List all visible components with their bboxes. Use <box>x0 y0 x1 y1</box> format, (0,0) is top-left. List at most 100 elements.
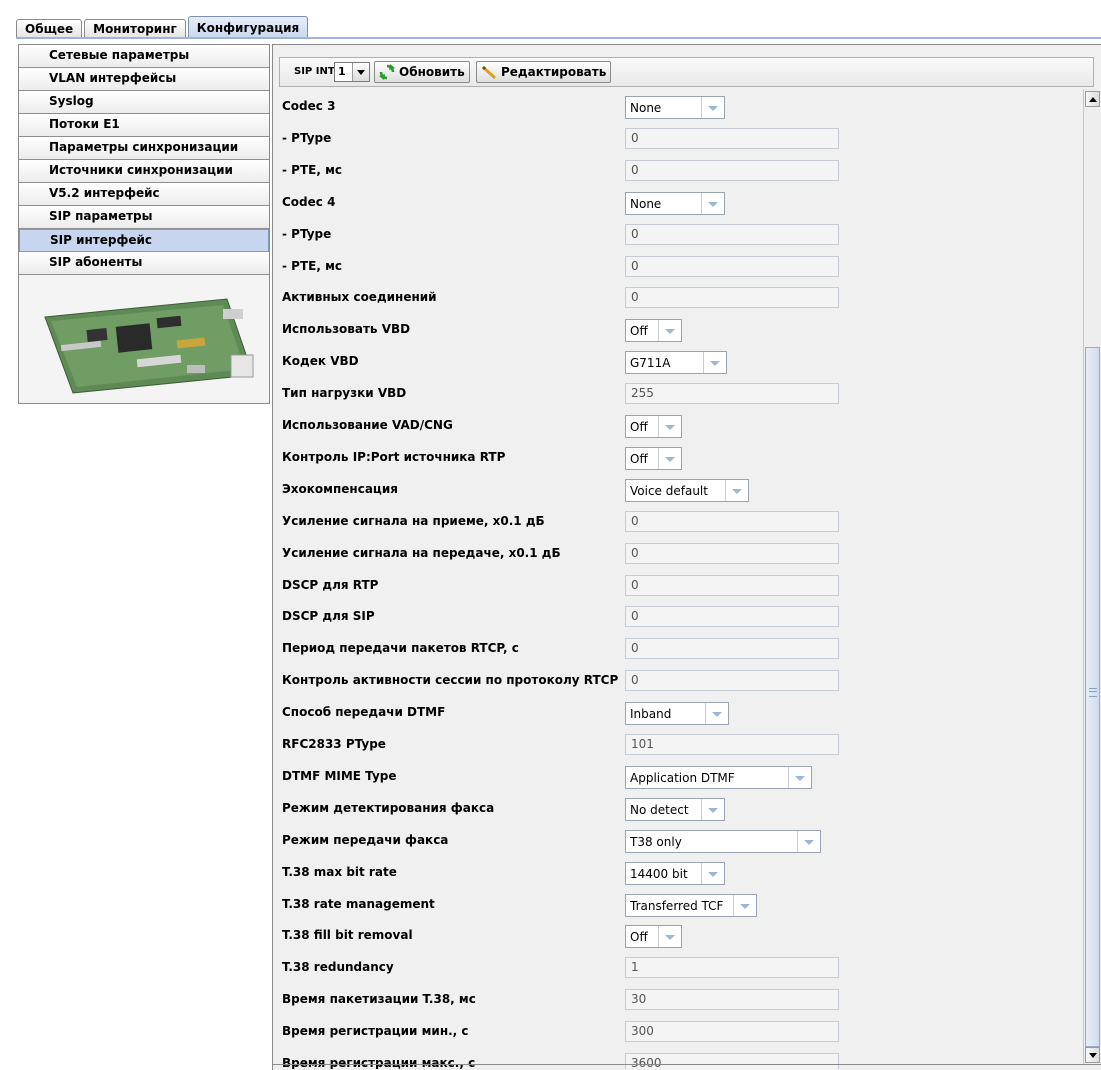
form-row: - PTE, мс 0 <box>279 157 1079 184</box>
field-input[interactable]: 0 <box>625 287 839 308</box>
device-board-image <box>44 298 254 394</box>
form-row: DSCP для SIP 0 <box>279 603 1079 630</box>
sip-intf-select[interactable]: 1 <box>334 62 370 82</box>
field-input[interactable]: 255 <box>625 383 839 404</box>
select-value: Off <box>630 420 648 434</box>
field-select[interactable]: Off <box>625 447 682 470</box>
chevron-down-icon <box>658 926 681 947</box>
field-select[interactable]: None <box>625 192 725 215</box>
select-value: Voice default <box>630 484 708 498</box>
sidebar-item-syslog[interactable]: Syslog <box>19 91 269 114</box>
field-select[interactable]: Application DTMF <box>625 766 812 789</box>
bottom-border <box>272 1064 1101 1065</box>
scroll-thumb[interactable] <box>1085 347 1100 1047</box>
form-row: Использование VAD/CNG Off <box>279 412 1079 439</box>
field-label: T.38 rate management <box>282 897 435 911</box>
scroll-up-button[interactable] <box>1085 91 1100 107</box>
sidebar-item-vlan-interfaces[interactable]: VLAN интерфейсы <box>19 68 269 91</box>
chevron-down-icon <box>352 63 369 81</box>
sidebar-item-sip-subscribers[interactable]: SIP абоненты <box>19 252 269 275</box>
field-input[interactable]: 0 <box>625 575 839 596</box>
toolbar: SIP INTF 1 Обновить Редактировать <box>279 57 1094 87</box>
chevron-down-icon <box>658 416 681 437</box>
field-input[interactable]: 0 <box>625 638 839 659</box>
chevron-down-icon <box>788 767 811 788</box>
edit-button[interactable]: Редактировать <box>476 61 612 83</box>
sidebar-item-sync-sources[interactable]: Источники синхронизации <box>19 160 269 183</box>
form-row: T.38 redundancy 1 <box>279 954 1079 981</box>
form-row: Codec 3 None <box>279 93 1079 120</box>
field-label: T.38 max bit rate <box>282 865 397 879</box>
scroll-down-button[interactable] <box>1085 1047 1100 1063</box>
field-label: - PType <box>282 227 332 241</box>
form-row: Время регистрации мин., с 300 <box>279 1018 1079 1045</box>
field-select[interactable]: Off <box>625 415 682 438</box>
field-label: Период передачи пакетов RTCP, с <box>282 641 519 655</box>
chevron-down-icon <box>705 703 728 724</box>
field-label: Способ передачи DTMF <box>282 705 446 719</box>
field-input[interactable]: 0 <box>625 224 839 245</box>
chevron-down-icon <box>797 831 820 852</box>
chevron-down-icon <box>701 863 724 884</box>
field-label: - PTE, мс <box>282 163 342 177</box>
select-value: T38 only <box>630 835 682 849</box>
field-input[interactable]: 101 <box>625 734 839 755</box>
form-row: Режим передачи факса T38 only <box>279 827 1079 854</box>
field-input[interactable]: 30 <box>625 989 839 1010</box>
refresh-icon <box>379 64 395 80</box>
field-input[interactable]: 300 <box>625 1021 839 1042</box>
field-label: Использовать VBD <box>282 322 411 336</box>
sidebar-item-sync-params[interactable]: Параметры синхронизации <box>19 137 269 160</box>
form-row: Контроль IP:Port источника RTP Off <box>279 444 1079 471</box>
settings-form: Codec 3 None - PType 0 - PTE, мс 0 Codec 4 None… <box>279 89 1079 1069</box>
field-input[interactable]: 0 <box>625 256 839 277</box>
field-input[interactable]: 0 <box>625 670 839 691</box>
field-select[interactable]: No detect <box>625 798 725 821</box>
select-value: None <box>630 101 662 115</box>
tab-general[interactable]: Общее <box>16 19 83 38</box>
field-input[interactable]: 3600 <box>625 1053 839 1069</box>
form-row: Режим детектирования факса No detect <box>279 795 1079 822</box>
field-input[interactable]: 0 <box>625 511 839 532</box>
field-input[interactable]: 0 <box>625 606 839 627</box>
field-label: Эхокомпенсация <box>282 482 398 496</box>
sidebar-item-sip-interface[interactable]: SIP интерфейс <box>19 229 269 252</box>
field-label: Codec 4 <box>282 195 336 209</box>
field-select[interactable]: Voice default <box>625 479 749 502</box>
field-input[interactable]: 0 <box>625 128 839 149</box>
field-input[interactable]: 1 <box>625 957 839 978</box>
field-input[interactable]: 0 <box>625 160 839 181</box>
field-select[interactable]: None <box>625 96 725 119</box>
sidebar: Сетевые параметры VLAN интерфейсы Syslog… <box>18 44 270 404</box>
field-select[interactable]: T38 only <box>625 830 821 853</box>
field-label: Контроль IP:Port источника RTP <box>282 450 506 464</box>
sidebar-item-network-params[interactable]: Сетевые параметры <box>19 45 269 68</box>
vertical-scrollbar[interactable] <box>1083 89 1100 1065</box>
field-select[interactable]: G711A <box>625 351 727 374</box>
form-row: T.38 fill bit removal Off <box>279 922 1079 949</box>
field-select[interactable]: Off <box>625 319 682 342</box>
grip-icon <box>1089 688 1097 697</box>
select-value: Application DTMF <box>630 771 735 785</box>
app-window: Общее Мониторинг Конфигурация Сетевые па… <box>0 0 1101 1070</box>
sidebar-item-e1-streams[interactable]: Потоки E1 <box>19 114 269 137</box>
refresh-button[interactable]: Обновить <box>374 61 470 83</box>
field-label: Codec 3 <box>282 99 336 113</box>
field-select[interactable]: Off <box>625 925 682 948</box>
sidebar-item-v52-interface[interactable]: V5.2 интерфейс <box>19 183 269 206</box>
sidebar-item-sip-params[interactable]: SIP параметры <box>19 206 269 229</box>
field-select[interactable]: Inband <box>625 702 729 725</box>
field-select[interactable]: 14400 bit <box>625 862 725 885</box>
select-value: G711A <box>630 356 671 370</box>
form-row: Эхокомпенсация Voice default <box>279 476 1079 503</box>
field-label: Тип нагрузки VBD <box>282 386 407 400</box>
chevron-down-icon <box>658 320 681 341</box>
field-select[interactable]: Transferred TCF <box>625 894 757 917</box>
field-label: - PType <box>282 131 332 145</box>
tab-configuration[interactable]: Конфигурация <box>187 16 309 38</box>
select-value: Off <box>630 930 648 944</box>
chevron-down-icon <box>701 97 724 118</box>
form-row: Период передачи пакетов RTCP, с 0 <box>279 635 1079 662</box>
field-input[interactable]: 0 <box>625 543 839 564</box>
tab-monitoring[interactable]: Мониторинг <box>84 19 186 38</box>
